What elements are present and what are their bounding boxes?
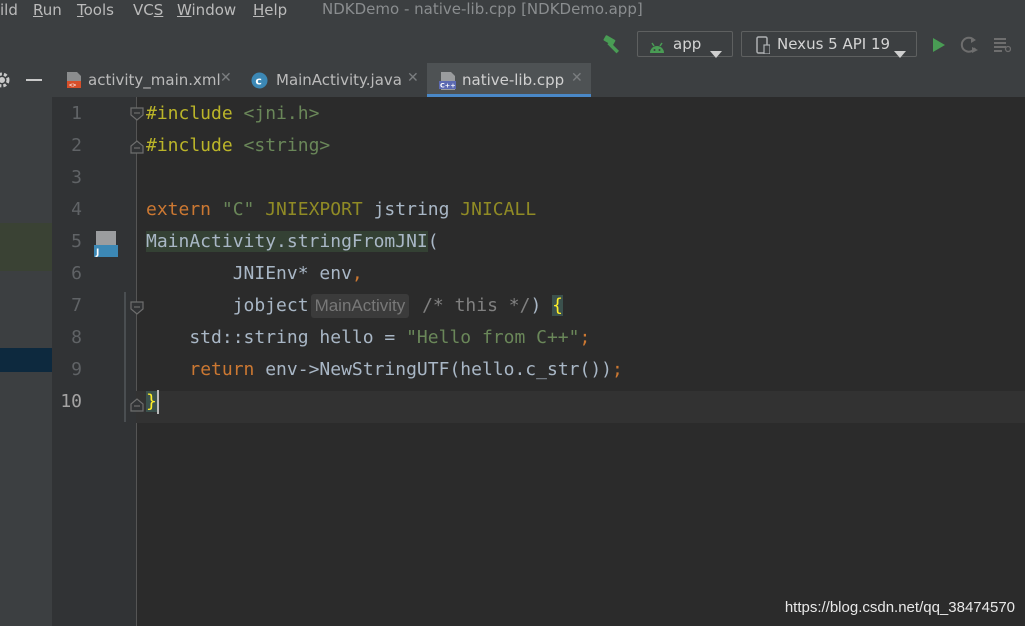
line-number: 2 [71, 135, 82, 156]
device-combo[interactable]: Nexus 5 API 19 [741, 31, 917, 58]
apply-changes-icon[interactable] [960, 36, 980, 58]
menu-bar: ild Run Tools VCS Window Help NDKDemo - … [0, 0, 1025, 27]
code-token: return [189, 359, 266, 380]
vcs-change-marker [124, 292, 126, 422]
tab-label: MainActivity.java [276, 71, 402, 89]
project-row-selected[interactable] [0, 223, 52, 271]
code-line[interactable]: } [146, 386, 159, 418]
line-number: 5 [71, 231, 82, 252]
tab-activity-main-xml[interactable]: <> activity_main.xml ✕ [52, 63, 240, 97]
project-panel-edge [0, 63, 52, 626]
device-label: Nexus 5 API 19 [777, 35, 891, 53]
editor-tabs: <> activity_main.xml ✕ c MainActivity.ja… [52, 63, 1025, 98]
menu-help[interactable]: Help [253, 0, 287, 21]
code-token: std::string hello = [146, 327, 407, 348]
xml-file-icon: <> [65, 71, 83, 93]
code-token: <jni.h> [243, 103, 320, 124]
fold-end-icon[interactable] [129, 139, 145, 159]
run-config-combo[interactable]: app [637, 31, 733, 58]
code-token: JNIEXPORT [265, 199, 374, 220]
line-number: 9 [71, 359, 82, 380]
minimize-icon[interactable] [26, 79, 42, 81]
window-title: NDKDemo - native-lib.cpp [NDKDemo.app] [322, 0, 643, 18]
fold-end-icon[interactable] [129, 397, 145, 417]
svg-text:<>: <> [69, 82, 77, 89]
tab-mainactivity-java[interactable]: c MainActivity.java ✕ [241, 63, 425, 97]
code-line[interactable]: JNIEnv* env, [146, 258, 363, 290]
android-icon [648, 37, 666, 61]
line-number: 10 [60, 391, 82, 412]
toolbar: app Nexus 5 API 19 [0, 27, 1025, 63]
code-token: #include [146, 135, 244, 156]
code-editor[interactable]: 1 2 3 4 5 6 7 8 9 10 J #include <jni.h> #include <… [52, 97, 1025, 626]
line-number: 3 [71, 167, 82, 188]
fold-guide [136, 97, 137, 626]
code-token: , [351, 263, 363, 284]
code-token: ( [427, 231, 439, 252]
jni-implementation-icon[interactable]: J [94, 231, 118, 261]
svg-text:C++: C++ [440, 82, 456, 90]
code-line[interactable]: MainActivity.stringFromJNI( [146, 226, 439, 258]
code-token: jobject [146, 295, 309, 316]
line-number: 4 [71, 199, 82, 220]
code-token: extern [146, 199, 222, 220]
cpp-file-icon: C++ [438, 71, 458, 95]
menu-window[interactable]: Window [177, 0, 236, 21]
fold-icon[interactable] [129, 300, 145, 320]
code-token: { [552, 295, 563, 316]
chevron-down-icon [710, 41, 722, 65]
menu-build[interactable]: ild [0, 0, 18, 21]
close-icon[interactable]: ✕ [220, 70, 232, 86]
java-class-icon: c [251, 72, 268, 93]
code-token: ) [530, 295, 553, 316]
line-number: 6 [71, 263, 82, 284]
fold-icon[interactable] [129, 106, 145, 126]
code-token: } [146, 391, 157, 412]
chevron-down-icon [894, 41, 906, 65]
code-token: "C" [221, 199, 266, 220]
tab-label: activity_main.xml [88, 71, 221, 89]
tab-label: native-lib.cpp [462, 71, 565, 89]
list-icon[interactable] [993, 37, 1012, 57]
current-line-highlight [136, 391, 1025, 423]
code-line[interactable]: #include <jni.h> [146, 98, 319, 130]
code-token: "Hello from C++" [406, 327, 580, 348]
device-icon [756, 36, 771, 61]
project-row-focused[interactable] [0, 348, 52, 372]
svg-text:J: J [95, 248, 99, 257]
menu-tools[interactable]: Tools [77, 0, 114, 21]
menu-run[interactable]: Run [33, 0, 62, 21]
code-token: <string> [243, 135, 331, 156]
code-token: env->NewStringUTF(hello.c_str()) [265, 359, 612, 380]
code-line[interactable]: #include <string> [146, 130, 330, 162]
code-token: jstring [373, 199, 461, 220]
close-icon[interactable]: ✕ [571, 70, 583, 86]
line-number: 1 [71, 103, 82, 124]
code-line[interactable]: jobject MainActivity /* this */) { [146, 290, 563, 322]
close-icon[interactable]: ✕ [407, 70, 419, 86]
line-number: 8 [71, 327, 82, 348]
code-line[interactable]: std::string hello = "Hello from C++"; [146, 322, 590, 354]
watermark: https://blog.csdn.net/qq_38474570 [784, 599, 1015, 616]
run-config-label: app [673, 35, 702, 53]
gear-icon[interactable] [0, 71, 12, 93]
code-line[interactable]: return env->NewStringUTF(hello.c_str()); [146, 354, 623, 386]
code-token: MainActivity.stringFromJNI [146, 231, 428, 252]
tab-native-lib-cpp[interactable]: C++ native-lib.cpp ✕ [427, 63, 591, 97]
code-token: #include [146, 103, 244, 124]
menu-vcs[interactable]: VCS [133, 0, 163, 21]
code-token: JNICALL [460, 199, 537, 220]
parameter-hint: MainActivity [310, 294, 410, 318]
svg-text:c: c [255, 75, 262, 88]
hammer-icon[interactable] [601, 35, 623, 59]
line-number: 7 [71, 295, 82, 316]
text-caret [156, 390, 159, 414]
code-token: /* this */ [411, 295, 531, 316]
code-line[interactable]: extern "C" JNIEXPORT jstring JNICALL [146, 194, 536, 226]
code-token: ; [612, 359, 623, 380]
run-icon[interactable] [932, 37, 946, 57]
code-token: JNIEnv* env [146, 263, 352, 284]
code-token: ; [579, 327, 591, 348]
